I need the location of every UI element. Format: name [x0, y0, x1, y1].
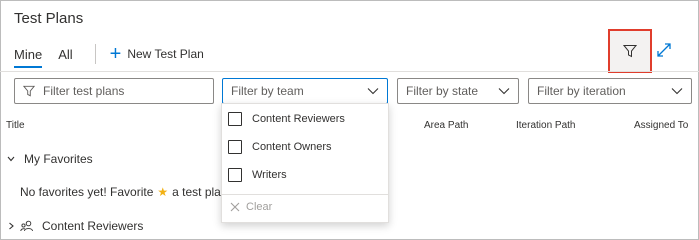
plus-icon: + [109, 43, 122, 65]
chevron-down-icon [7, 156, 15, 162]
favorites-group-row[interactable]: My Favorites [6, 152, 93, 166]
filter-by-iteration-label: Filter by iteration [537, 84, 626, 98]
dropdown-divider [222, 194, 388, 195]
checkbox[interactable] [228, 140, 242, 154]
tab-all[interactable]: All [58, 47, 72, 62]
team-option-writers[interactable]: Writers [228, 165, 287, 185]
filter-test-plans-placeholder: Filter test plans [43, 84, 125, 98]
team-option-label: Content Owners [252, 141, 332, 153]
team-group-row[interactable]: Content Reviewers [6, 219, 143, 233]
chevron-down-icon [498, 88, 510, 95]
page-title: Test Plans [14, 10, 84, 27]
team-dropdown-menu: Content Reviewers Content Owners Writers… [221, 103, 389, 223]
new-test-plan-label: New Test Plan [127, 47, 204, 61]
filter-toggle-button[interactable] [608, 29, 652, 73]
filter-by-team-dropdown[interactable]: Filter by team [222, 78, 388, 104]
checkbox[interactable] [228, 168, 242, 182]
chevron-down-icon [367, 88, 379, 95]
filter-by-state-label: Filter by state [406, 84, 479, 98]
filter-by-team-label: Filter by team [231, 84, 304, 98]
favorites-empty-message: No favorites yet! Favorite ★ a test plan [20, 185, 228, 199]
clear-filter-button[interactable]: Clear [230, 201, 272, 213]
filter-by-state-dropdown[interactable]: Filter by state [397, 78, 519, 104]
column-header-area-path[interactable]: Area Path [424, 120, 468, 131]
expand-button[interactable] [656, 42, 672, 58]
filter-test-plans-input[interactable]: Filter test plans [14, 78, 214, 104]
favorites-label: My Favorites [24, 152, 93, 166]
tab-divider [94, 44, 96, 64]
empty-message-suffix: a test plan [172, 185, 228, 199]
star-icon: ★ [157, 185, 169, 199]
team-option-label: Content Reviewers [252, 113, 345, 125]
team-option-label: Writers [252, 169, 287, 181]
expand-icon [657, 43, 671, 57]
chevron-down-icon [671, 88, 683, 95]
team-option-content-owners[interactable]: Content Owners [228, 137, 331, 157]
new-test-plan-button[interactable]: + New Test Plan [109, 43, 204, 65]
filter-by-iteration-dropdown[interactable]: Filter by iteration [528, 78, 692, 104]
team-group-label: Content Reviewers [42, 219, 144, 233]
chevron-right-icon [9, 222, 14, 230]
tab-mine[interactable]: Mine [14, 47, 43, 68]
column-header-assigned-to[interactable]: Assigned To [634, 120, 688, 131]
team-option-content-reviewers[interactable]: Content Reviewers [228, 109, 345, 129]
team-icon [20, 220, 33, 232]
column-header-title[interactable]: Title [6, 120, 25, 131]
filter-icon [23, 85, 35, 97]
filter-icon [623, 45, 637, 58]
tab-bar: Mine All + New Test Plan [14, 43, 204, 68]
clear-label: Clear [246, 201, 273, 213]
column-header-iteration-path[interactable]: Iteration Path [516, 120, 575, 131]
toolbar-divider [0, 71, 699, 72]
empty-message-prefix: No favorites yet! Favorite [20, 185, 154, 199]
close-icon [230, 202, 240, 212]
checkbox[interactable] [228, 112, 242, 126]
